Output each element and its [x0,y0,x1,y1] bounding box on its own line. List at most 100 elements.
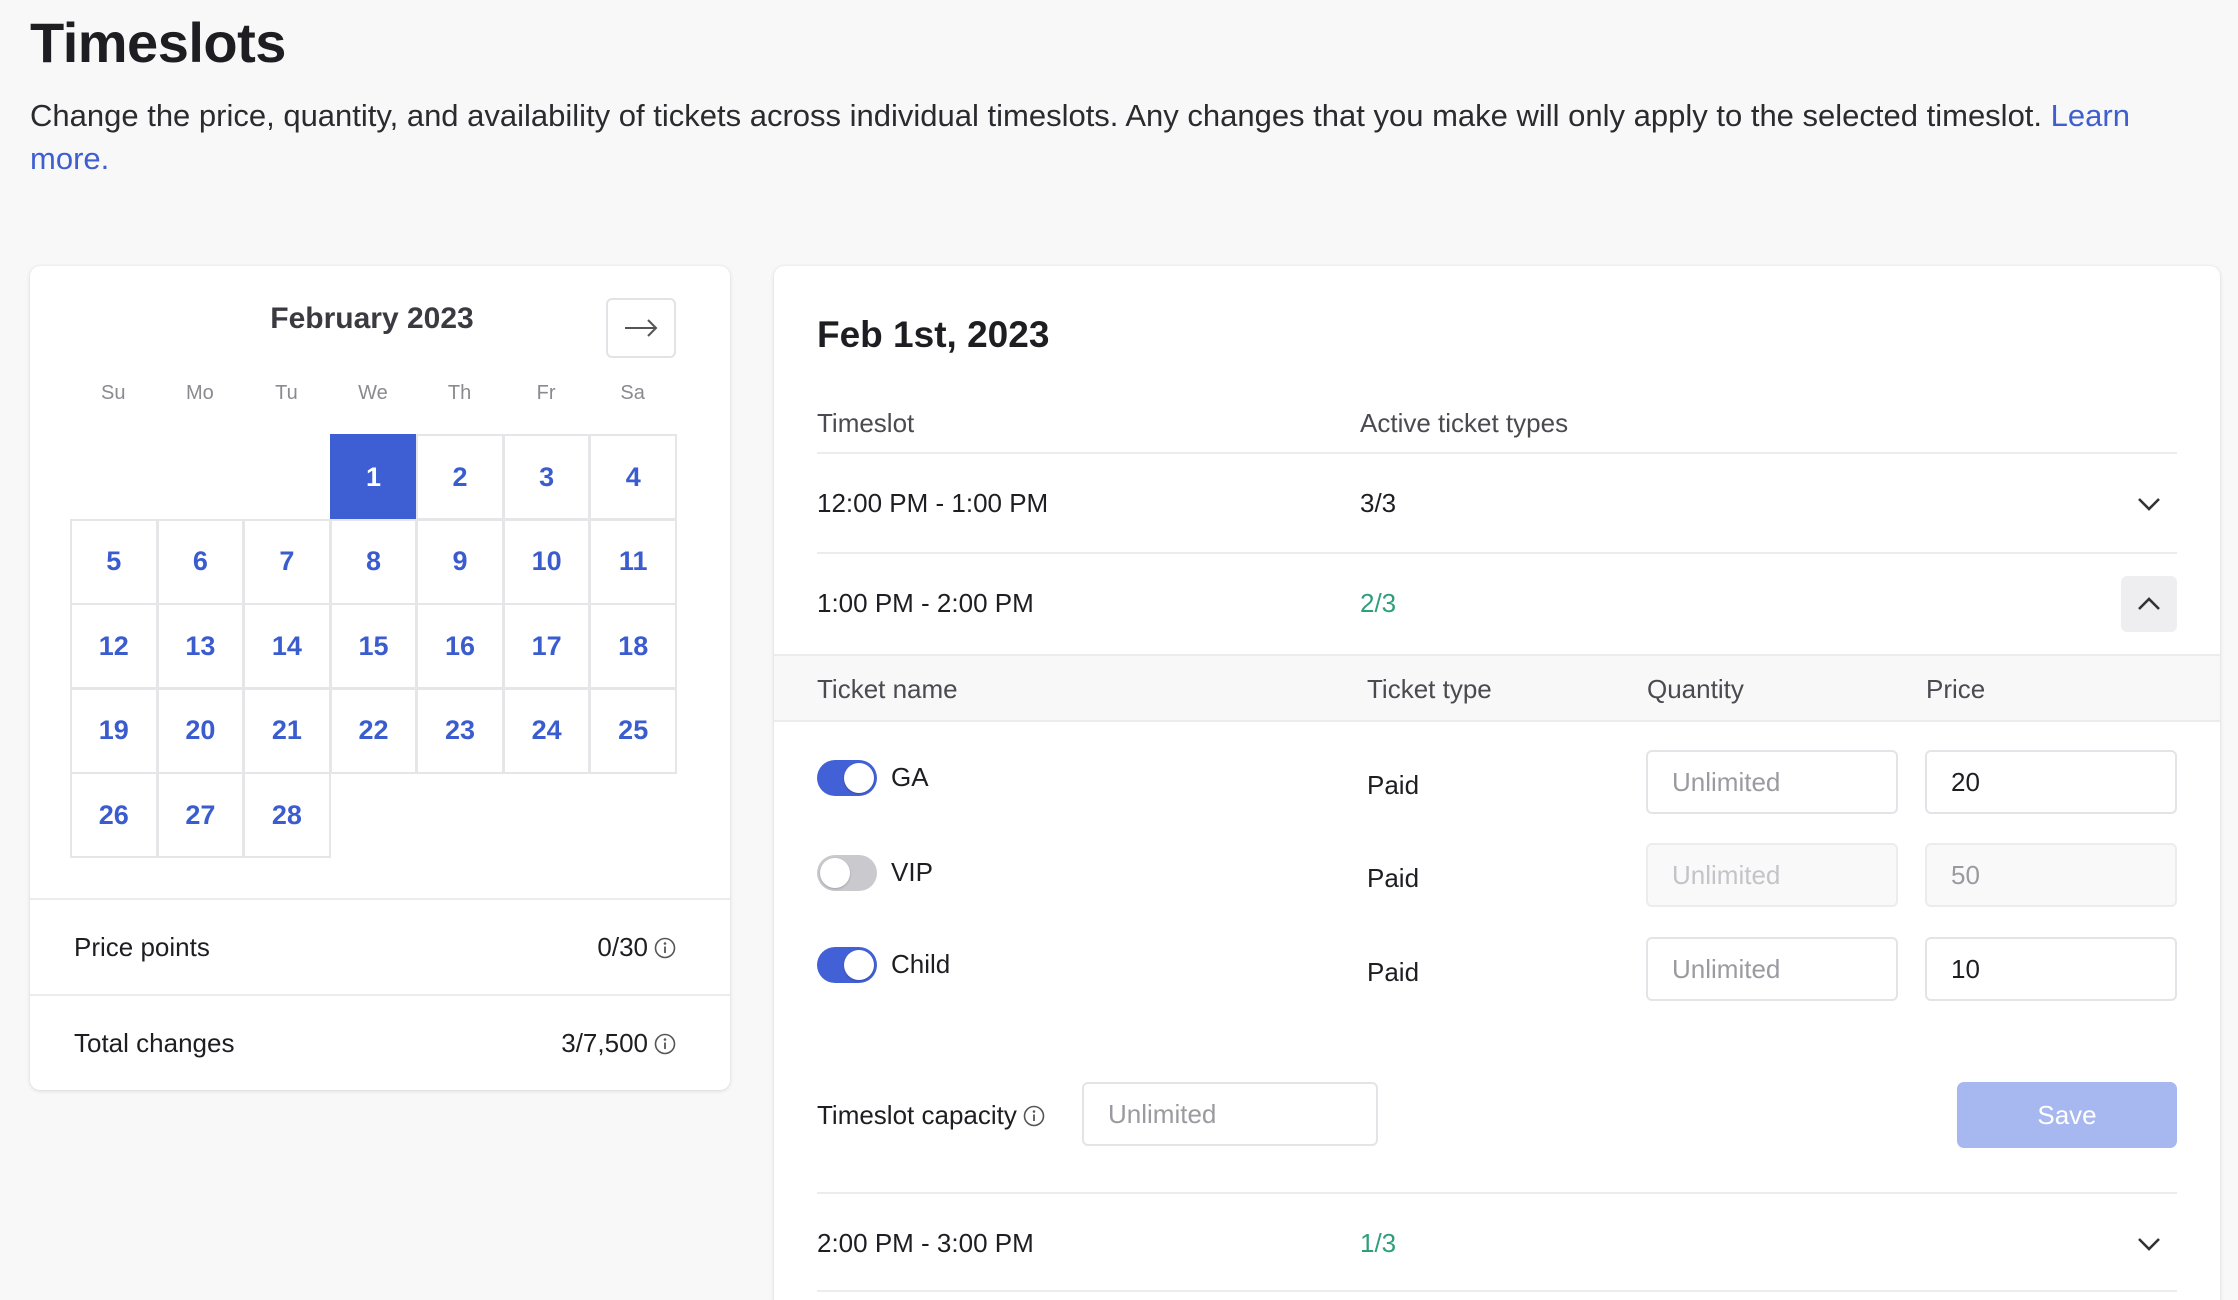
timeslot-active-count: 1/3 [1360,1228,1397,1258]
expand-button[interactable] [2121,476,2177,532]
ticket-row: VIP Paid Unlimited 50 [774,843,2220,907]
col-price: Price [1926,674,1986,704]
calendar-day[interactable]: 6 [156,518,245,605]
price-points-label: Price points [74,931,210,962]
timeslot-table-header: Timeslot Active ticket types [817,404,2177,454]
ticket-row: GA Paid Unlimited 20 [774,750,2220,814]
calendar-day[interactable]: 24 [502,687,591,774]
calendar-day[interactable]: 2 [416,434,504,520]
capacity-label: Timeslot capacity [817,1100,1017,1130]
calendar-day[interactable]: 16 [416,603,504,689]
weekday-header: Su Mo Tu We Th Fr Sa [70,382,676,405]
ticket-name: GA [891,762,929,792]
calendar-day[interactable]: 27 [156,772,245,858]
chevron-down-icon [2138,498,2160,511]
ticket-type: Paid [1367,770,1420,800]
calendar-day[interactable]: 7 [243,518,331,605]
timeslot-active-count: 3/3 [1360,488,1397,518]
ticket-toggle[interactable] [817,855,877,891]
calendar-day[interactable]: 28 [243,772,331,858]
total-changes-label: Total changes [74,1027,235,1058]
weekday-label: We [358,382,388,404]
calendar-day[interactable]: 15 [329,603,418,689]
quantity-input[interactable]: Unlimited [1646,843,1898,907]
capacity-label-wrap: Timeslot capacity [817,1100,1045,1131]
next-month-button[interactable] [606,298,676,358]
quantity-input[interactable]: Unlimited [1646,937,1898,1001]
ticket-table-header: Ticket name Ticket type Quantity Price [774,654,2220,722]
calendar-day[interactable]: 12 [70,603,158,689]
capacity-input[interactable]: Unlimited [1082,1082,1378,1146]
save-button[interactable]: Save [1957,1082,2177,1148]
weekday-label: Fr [536,382,556,404]
calendar-day[interactable]: 3 [502,434,591,520]
weekday-label: Tu [275,382,298,404]
col-timeslot: Timeslot [817,408,915,438]
col-active-ticket-types: Active ticket types [1360,408,1569,438]
calendar-day[interactable]: 25 [589,687,677,774]
calendar-day[interactable]: 17 [502,603,591,689]
weekday-label: Th [447,382,472,404]
calendar-day[interactable]: 5 [70,518,158,605]
weekday-label: Sa [620,382,645,404]
calendar-day[interactable]: 9 [416,518,504,605]
ticket-name: VIP [891,857,933,887]
calendar-day[interactable]: 26 [70,772,158,858]
total-changes-value: 3/7,500 [561,1027,648,1058]
calendar-day[interactable]: 18 [589,603,677,689]
timeslot-card: Feb 1st, 2023 Timeslot Active ticket typ… [774,266,2220,1300]
toggle-knob [820,858,850,888]
price-points-value: 0/30 [597,931,648,962]
timeslot-time: 1:00 PM - 2:00 PM [817,588,1034,618]
info-icon[interactable] [654,1033,676,1055]
price-points-row: Price points 0/30 [30,898,730,994]
timeslot-row[interactable]: 2:00 PM - 3:00 PM 1/3 [817,1192,2177,1292]
col-quantity: Quantity [1647,674,1744,704]
ticket-toggle[interactable] [817,947,877,983]
price-points-value-wrap: 0/30 [597,932,676,963]
toggle-knob [844,950,874,980]
calendar-day[interactable]: 10 [502,518,591,605]
info-icon[interactable] [1023,1105,1045,1127]
chevron-up-icon [2138,597,2160,610]
expand-button[interactable] [2121,1216,2177,1272]
calendar-card: February 2023 Su Mo Tu We Th Fr Sa 12345… [30,266,730,1090]
col-ticket-type: Ticket type [1367,674,1492,704]
page-title: Timeslots [30,11,286,74]
timeslot-active-count: 2/3 [1360,588,1397,618]
col-ticket-name: Ticket name [817,674,958,704]
calendar-day[interactable]: 8 [329,518,418,605]
timeslot-time: 12:00 PM - 1:00 PM [817,488,1049,518]
weekday-label: Su [101,382,126,404]
weekday-label: Mo [185,382,214,404]
description-text: Change the price, quantity, and availabi… [30,98,2051,133]
price-input[interactable]: 10 [1925,937,2177,1001]
toggle-knob [844,763,874,793]
calendar-day[interactable]: 20 [156,687,245,774]
price-input[interactable]: 50 [1925,843,2177,907]
calendar-day[interactable]: 11 [589,518,677,605]
info-icon[interactable] [654,937,676,959]
chevron-down-icon [2138,1238,2160,1251]
calendar-day[interactable]: 1 [329,434,418,520]
ticket-toggle[interactable] [817,760,877,796]
calendar-day[interactable]: 21 [243,687,331,774]
calendar-grid: 1 2 3 4 5 6 7 8 9 10 11 12 13 14 15 16 17 18 19 20 21 22 23 24 2… [70,434,677,859]
calendar-day[interactable]: 19 [70,687,158,774]
quantity-input[interactable]: Unlimited [1646,750,1898,814]
timeslot-row[interactable]: 12:00 PM - 1:00 PM 3/3 [817,454,2177,554]
calendar-day[interactable]: 13 [156,603,245,689]
calendar-day[interactable]: 4 [589,434,677,520]
price-input[interactable]: 20 [1925,750,2177,814]
ticket-type: Paid [1367,957,1420,987]
timeslot-row-expanded[interactable]: 1:00 PM - 2:00 PM 2/3 [817,554,2177,654]
selected-date-title: Feb 1st, 2023 [817,314,1050,355]
ticket-row: Child Paid Unlimited 10 [774,937,2220,1001]
calendar-day[interactable]: 14 [243,603,331,689]
calendar-day[interactable]: 22 [329,687,418,774]
collapse-button[interactable] [2121,576,2177,632]
calendar-day[interactable]: 23 [416,687,504,774]
total-changes-value-wrap: 3/7,500 [561,1028,676,1059]
ticket-name: Child [891,949,951,979]
page-description: Change the price, quantity, and availabi… [30,94,2210,180]
